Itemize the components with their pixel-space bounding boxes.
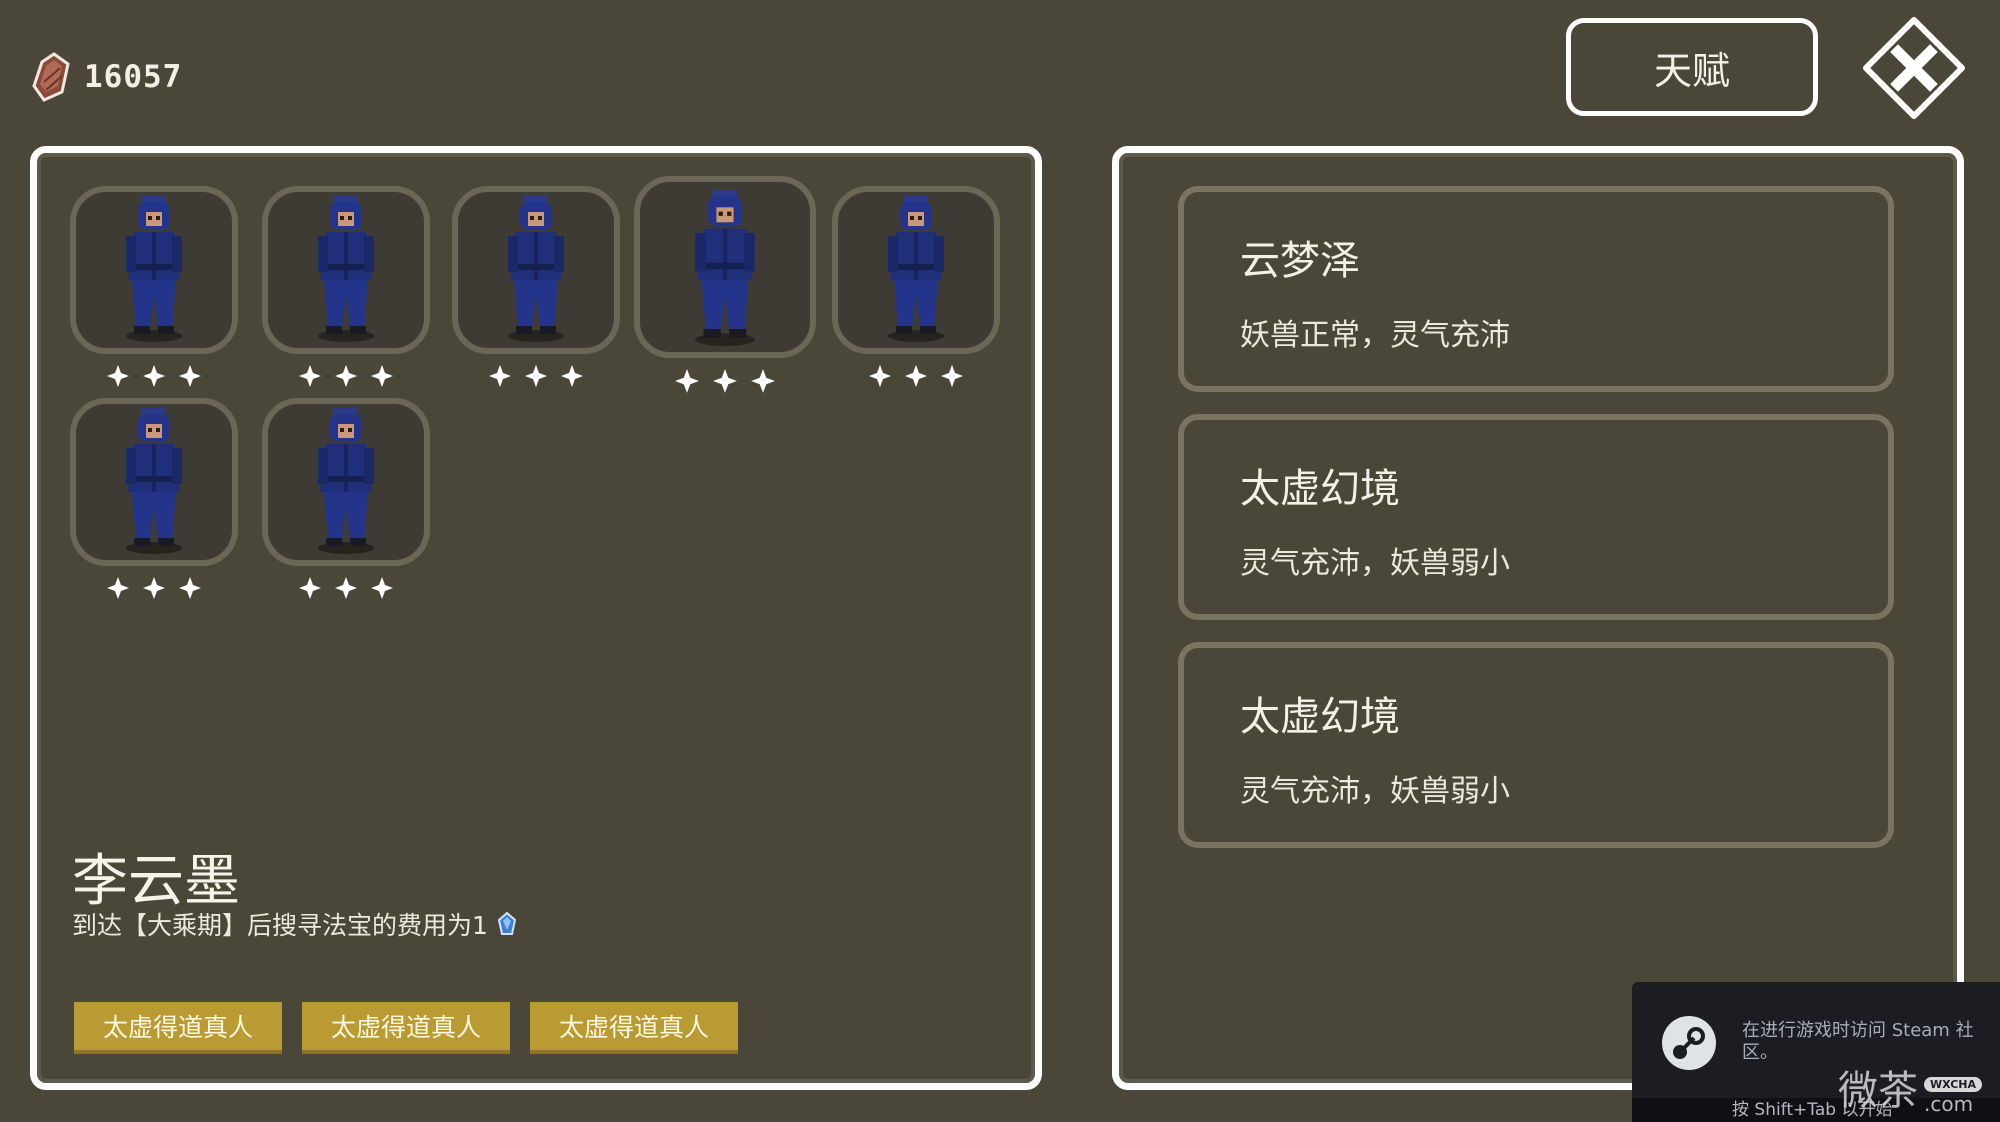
character-portrait — [452, 186, 620, 354]
cultivator-sprite — [126, 408, 182, 554]
character-tags: 太虚得道真人 太虚得道真人 太虚得道真人 — [74, 1002, 738, 1054]
star-rating — [262, 364, 430, 388]
character-portrait — [832, 186, 1000, 354]
spirit-stone-icon — [32, 52, 70, 102]
star-icon — [299, 577, 321, 599]
cultivator-sprite — [126, 196, 182, 342]
star-icon — [751, 369, 775, 393]
star-icon — [107, 577, 129, 599]
cultivator-sprite — [695, 190, 755, 346]
star-rating — [70, 364, 238, 388]
blue-gem-icon — [497, 912, 516, 935]
close-button[interactable] — [1862, 16, 1966, 120]
realm-card[interactable]: 云梦泽 妖兽正常，灵气充沛 — [1178, 186, 1894, 392]
star-icon — [371, 577, 393, 599]
realm-title: 太虚幻境 — [1240, 466, 1400, 512]
character-portrait — [70, 186, 238, 354]
realm-subtitle: 灵气充沛，妖兽弱小 — [1240, 546, 1510, 581]
steam-overlay-footer: 按 Shift+Tab 以开始 — [1632, 1098, 2000, 1122]
character-description: 到达【大乘期】后搜寻法宝的费用为1 — [72, 906, 516, 942]
realm-subtitle: 灵气充沛，妖兽弱小 — [1240, 774, 1510, 809]
realm-subtitle: 妖兽正常，灵气充沛 — [1240, 318, 1510, 353]
star-icon — [941, 365, 963, 387]
realm-card[interactable]: 太虚幻境 灵气充沛，妖兽弱小 — [1178, 642, 1894, 848]
game-screen: 16057 天赋 李云墨 到达【大乘期】后搜寻法宝的费用为1 太虚得道真人 太虚… — [0, 0, 2000, 1122]
character-slot[interactable] — [634, 176, 816, 394]
realm-title: 云梦泽 — [1240, 238, 1360, 284]
currency-amount: 16057 — [84, 59, 183, 95]
star-icon — [143, 365, 165, 387]
cultivator-sprite — [508, 196, 564, 342]
star-rating — [262, 576, 430, 600]
cultivator-sprite — [318, 196, 374, 342]
star-icon — [143, 577, 165, 599]
steam-overlay-message: 在进行游戏时访问 Steam 社区。 — [1742, 1020, 1974, 1063]
star-icon — [335, 365, 357, 387]
star-icon — [905, 365, 927, 387]
star-icon — [371, 365, 393, 387]
talent-button[interactable]: 天赋 — [1566, 18, 1818, 116]
character-portrait — [634, 176, 816, 358]
star-icon — [869, 365, 891, 387]
character-name: 李云墨 — [72, 849, 240, 914]
character-slot[interactable] — [262, 398, 430, 600]
steam-icon — [1662, 1016, 1716, 1070]
cultivator-sprite — [318, 408, 374, 554]
star-icon — [525, 365, 547, 387]
star-icon — [335, 577, 357, 599]
star-rating — [452, 364, 620, 388]
character-slot[interactable] — [832, 186, 1000, 388]
character-portrait — [70, 398, 238, 566]
tag-button[interactable]: 太虚得道真人 — [74, 1002, 282, 1054]
character-description-text: 到达【大乘期】后搜寻法宝的费用为1 — [72, 911, 488, 940]
star-icon — [299, 365, 321, 387]
star-icon — [107, 365, 129, 387]
star-rating — [70, 576, 238, 600]
character-portrait — [262, 186, 430, 354]
tag-button[interactable]: 太虚得道真人 — [530, 1002, 738, 1054]
star-icon — [179, 577, 201, 599]
character-slot[interactable] — [70, 398, 238, 600]
character-slot[interactable] — [262, 186, 430, 388]
realm-title: 太虚幻境 — [1240, 694, 1400, 740]
star-icon — [561, 365, 583, 387]
star-rating — [634, 368, 816, 394]
star-rating — [832, 364, 1000, 388]
star-icon — [489, 365, 511, 387]
steam-overlay-toast[interactable]: 在进行游戏时访问 Steam 社区。 按 Shift+Tab 以开始 — [1632, 982, 2000, 1122]
star-icon — [713, 369, 737, 393]
character-portrait — [262, 398, 430, 566]
currency-display: 16057 — [32, 52, 182, 102]
star-icon — [179, 365, 201, 387]
character-slot[interactable] — [452, 186, 620, 388]
star-icon — [675, 369, 699, 393]
close-icon — [1863, 17, 1965, 119]
realm-card[interactable]: 太虚幻境 灵气充沛，妖兽弱小 — [1178, 414, 1894, 620]
tag-button[interactable]: 太虚得道真人 — [302, 1002, 510, 1054]
cultivator-sprite — [888, 196, 944, 342]
character-slot[interactable] — [70, 186, 238, 388]
